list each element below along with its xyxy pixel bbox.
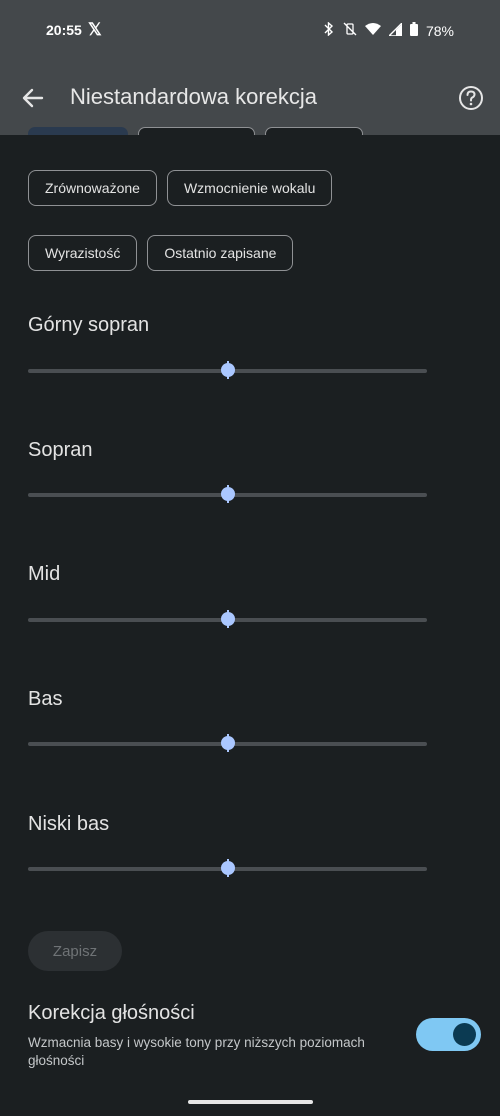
- top-app-bar: 20:55 𝕏 78% Niestandardowa korekcja: [0, 0, 500, 135]
- band-label-bass: Bas: [28, 688, 63, 710]
- preset-chip-last-saved[interactable]: Ostatnio zapisane: [147, 235, 294, 271]
- vibrate-off-icon: [343, 22, 357, 39]
- band-label-mid: Mid: [28, 563, 61, 585]
- loudness-toggle[interactable]: [416, 1018, 481, 1051]
- help-icon[interactable]: [457, 84, 485, 112]
- slider-upper-treble[interactable]: [28, 361, 427, 381]
- x-app-notification-icon: 𝕏: [88, 20, 102, 39]
- page-title: Niestandardowa korekcja: [70, 84, 318, 109]
- slider-mid[interactable]: [28, 610, 427, 630]
- save-button[interactable]: Zapisz: [28, 931, 122, 971]
- wifi-icon: [364, 22, 381, 39]
- preset-chip-vocal-boost[interactable]: Wzmocnienie wokalu: [166, 170, 333, 206]
- back-arrow-icon[interactable]: [20, 84, 48, 112]
- gesture-nav-bar[interactable]: [188, 1100, 313, 1104]
- slider-center-tick: [226, 610, 229, 628]
- preset-chip-row: Wyrazistość Ostatnio zapisane: [28, 235, 294, 271]
- band-label-treble: Sopran: [28, 439, 93, 461]
- status-icons: 78%: [323, 20, 454, 39]
- slider-low-bass[interactable]: [28, 859, 427, 879]
- slider-bass[interactable]: [28, 734, 427, 754]
- loudness-description: Wzmacnia basy i wysokie tony przy niższy…: [28, 1035, 365, 1068]
- preset-chip-clarity[interactable]: Wyrazistość: [28, 235, 138, 271]
- toggle-knob: [453, 1023, 476, 1046]
- slider-treble[interactable]: [28, 485, 427, 505]
- band-label-low-bass: Niski bas: [28, 813, 110, 835]
- band-label-upper-treble: Górny sopran: [28, 314, 150, 336]
- preset-chip-row: Zrównoważone Wzmocnienie wokalu: [28, 170, 333, 206]
- signal-icon: [387, 20, 403, 39]
- slider-center-tick: [226, 859, 229, 877]
- loudness-title: Korekcja głośności: [28, 1002, 195, 1024]
- battery-percent: 78%: [425, 22, 454, 39]
- battery-icon: [409, 22, 418, 39]
- slider-center-tick: [226, 734, 229, 752]
- slider-center-tick: [226, 485, 229, 503]
- preset-chip-balanced[interactable]: Zrównoważone: [28, 170, 157, 206]
- status-time: 20:55: [46, 22, 82, 38]
- bluetooth-icon: [323, 21, 335, 39]
- status-bar: 20:55 𝕏 78%: [0, 0, 500, 60]
- slider-center-tick: [226, 361, 229, 379]
